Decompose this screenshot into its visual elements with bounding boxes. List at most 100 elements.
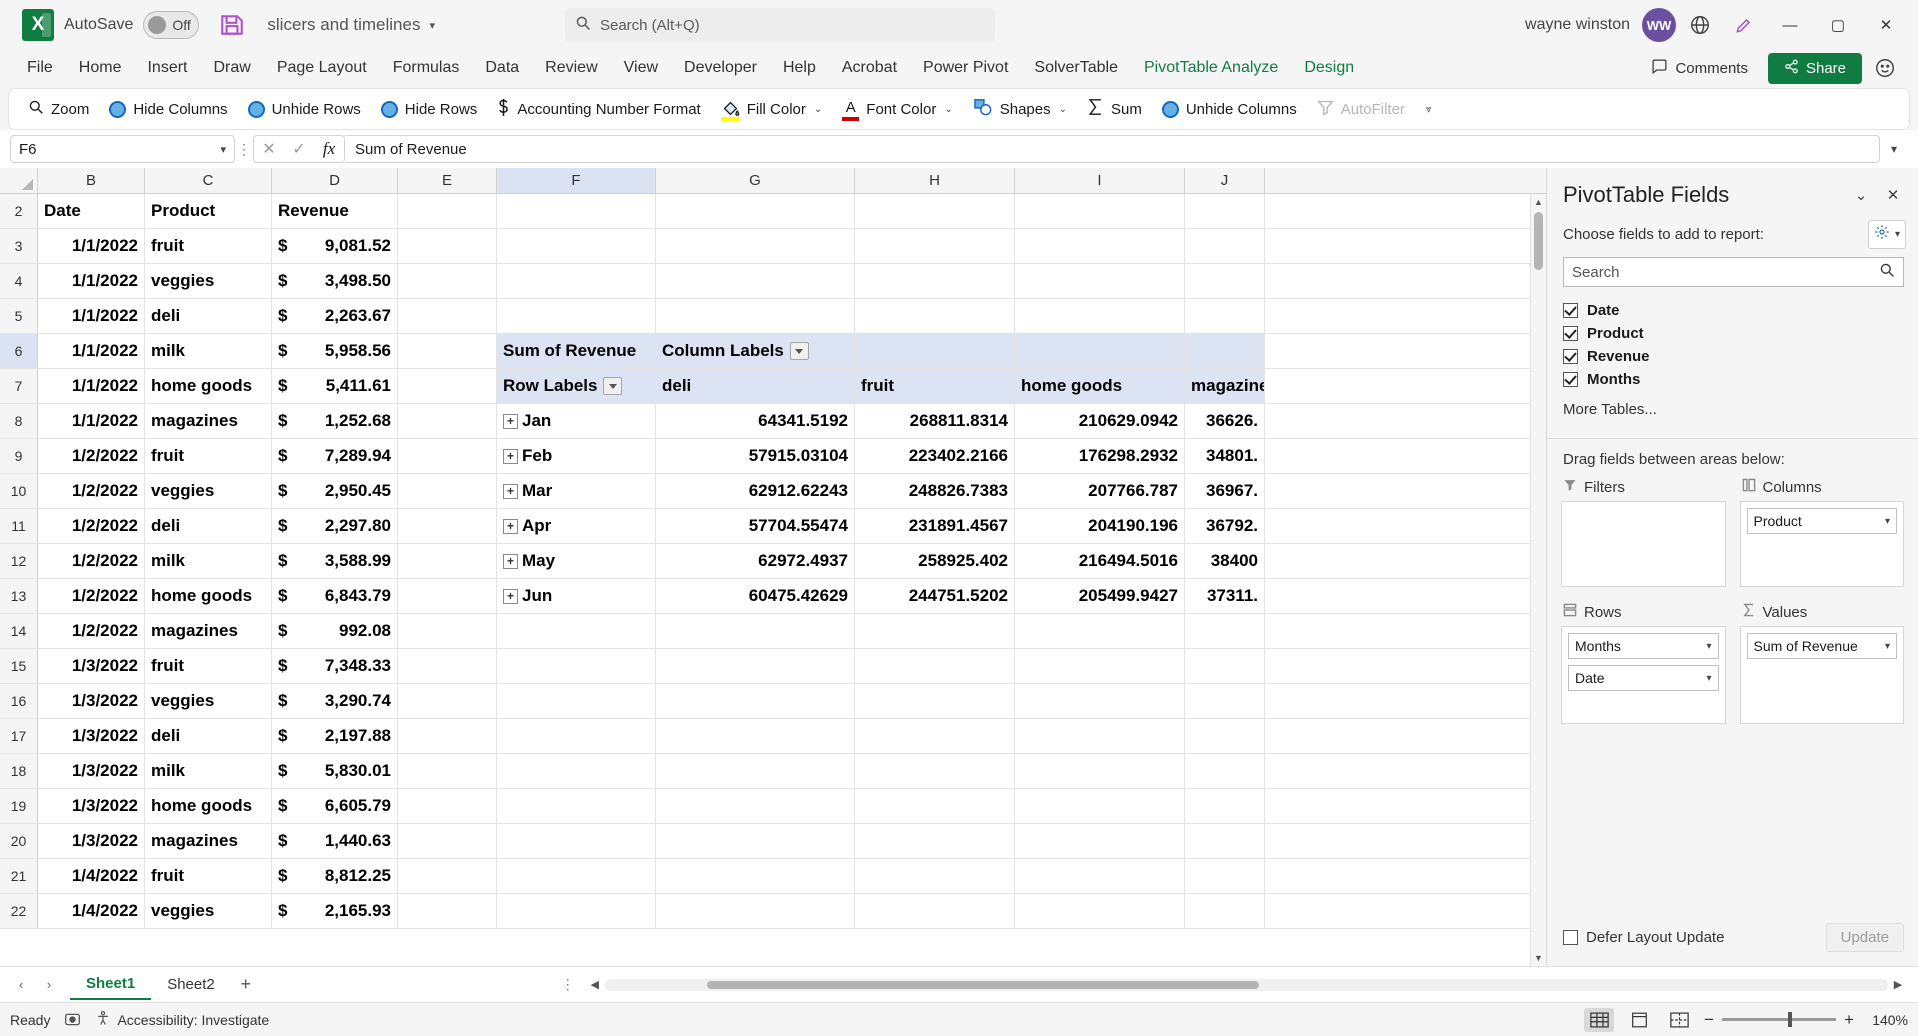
row-labels-filter-button[interactable] [603,377,622,395]
checkbox-icon[interactable] [1563,349,1578,364]
formula-input[interactable]: Sum of Revenue [345,135,1880,163]
cell-D9[interactable]: $7,289.94 [272,439,398,473]
cell-J3[interactable] [1185,229,1265,263]
table-row[interactable]: 121/2/2022milk$3,588.99+May62972.4937258… [0,544,1546,579]
cell-F20[interactable] [497,824,656,858]
chevron-down-icon[interactable]: ▾ [1706,673,1711,684]
field-item-months[interactable]: Months [1563,368,1902,391]
zoom-slider[interactable]: − + [1704,1010,1854,1030]
cell-J6[interactable] [1185,334,1265,368]
row-header-4[interactable]: 4 [0,264,38,298]
defer-layout-update-checkbox[interactable]: Defer Layout Update [1563,929,1724,946]
pane-close-icon[interactable]: ✕ [1880,182,1906,208]
cell-F17[interactable] [497,719,656,753]
ribbon-tab-home[interactable]: Home [66,55,135,81]
column-labels-filter-button[interactable] [790,342,809,360]
cell-G19[interactable] [656,789,855,823]
confirm-formula-button[interactable]: ✓ [284,139,314,159]
ribbon-tab-pivottable-analyze[interactable]: PivotTable Analyze [1131,55,1291,81]
cell-G21[interactable] [656,859,855,893]
tool-zoom[interactable]: Zoom [19,94,98,124]
field-item-product[interactable]: Product [1563,322,1902,345]
cell-I15[interactable] [1015,649,1185,683]
add-sheet-button[interactable]: + [231,974,261,995]
cell-F10[interactable]: +Mar [497,474,656,508]
cell-B15[interactable]: 1/3/2022 [38,649,145,683]
tool-unhide-rows[interactable]: Unhide Rows [239,96,370,123]
cell-D5[interactable]: $2,263.67 [272,299,398,333]
cell-H9[interactable]: 223402.2166 [855,439,1015,473]
cell-J19[interactable] [1185,789,1265,823]
cell-B22[interactable]: 1/4/2022 [38,894,145,928]
table-row[interactable]: 151/3/2022fruit$7,348.33 [0,649,1546,684]
tool-shapes[interactable]: Shapes ⌄ [964,93,1076,125]
cell-C19[interactable]: home goods [145,789,272,823]
expand-icon[interactable]: + [503,589,518,604]
cell-G15[interactable] [656,649,855,683]
table-row[interactable]: 71/1/2022home goods$5,411.61Row Labelsde… [0,369,1546,404]
cell-D19[interactable]: $6,605.79 [272,789,398,823]
cell-H2[interactable] [855,194,1015,228]
row-header-3[interactable]: 3 [0,229,38,263]
column-header-H[interactable]: H [855,168,1015,193]
ribbon-tab-solvertable[interactable]: SolverTable [1021,55,1131,81]
cell-C11[interactable]: deli [145,509,272,543]
insert-function-icon[interactable]: fx [314,139,344,159]
table-row[interactable]: 141/2/2022magazines$992.08 [0,614,1546,649]
checkbox-icon[interactable] [1563,372,1578,387]
cell-D22[interactable]: $2,165.93 [272,894,398,928]
cell-J20[interactable] [1185,824,1265,858]
cell-E5[interactable] [398,299,497,333]
ribbon-tab-acrobat[interactable]: Acrobat [829,55,910,81]
cell-F12[interactable]: +May [497,544,656,578]
row-header-19[interactable]: 19 [0,789,38,823]
column-header-C[interactable]: C [145,168,272,193]
row-header-15[interactable]: 15 [0,649,38,683]
ribbon-tab-file[interactable]: File [14,55,66,81]
cell-I13[interactable]: 205499.9427 [1015,579,1185,613]
cell-G17[interactable] [656,719,855,753]
cell-H18[interactable] [855,754,1015,788]
column-header-F[interactable]: F [497,168,656,193]
chevron-down-icon[interactable]: ▾ [1885,516,1890,527]
cell-D18[interactable]: $5,830.01 [272,754,398,788]
chevron-down-icon[interactable]: ▾ [1706,641,1711,652]
zoom-level[interactable]: 140% [1864,1012,1908,1028]
cell-E3[interactable] [398,229,497,263]
tool-font-color[interactable]: A Font Color ⌄ [833,95,961,124]
cell-J8[interactable]: 36626. [1185,404,1265,438]
sheet-next-arrow-icon[interactable]: › [36,972,62,998]
feedback-smiley-icon[interactable] [1872,55,1898,81]
cell-F19[interactable] [497,789,656,823]
cell-I12[interactable]: 216494.5016 [1015,544,1185,578]
cell-D14[interactable]: $992.08 [272,614,398,648]
cell-F15[interactable] [497,649,656,683]
expand-icon[interactable]: + [503,519,518,534]
cell-F14[interactable] [497,614,656,648]
sheet-tab-sheet2[interactable]: Sheet2 [151,970,231,999]
scroll-up-arrow-icon[interactable]: ▲ [1531,194,1547,210]
expand-icon[interactable]: + [503,554,518,569]
table-row[interactable]: 91/2/2022fruit$7,289.94+Feb57915.0310422… [0,439,1546,474]
cell-D16[interactable]: $3,290.74 [272,684,398,718]
chevron-down-icon[interactable]: ▾ [1885,641,1890,652]
hscroll-track[interactable] [605,979,1888,991]
cell-I16[interactable] [1015,684,1185,718]
cell-I6[interactable] [1015,334,1185,368]
field-item-date[interactable]: Date [1563,299,1902,322]
cell-D17[interactable]: $2,197.88 [272,719,398,753]
row-header-9[interactable]: 9 [0,439,38,473]
cell-J16[interactable] [1185,684,1265,718]
tool-sum[interactable]: Sum [1078,93,1151,125]
row-header-12[interactable]: 12 [0,544,38,578]
cell-E9[interactable] [398,439,497,473]
cell-D12[interactable]: $3,588.99 [272,544,398,578]
cell-G11[interactable]: 57704.55474 [656,509,855,543]
vertical-scroll-thumb[interactable] [1534,212,1543,270]
cell-B4[interactable]: 1/1/2022 [38,264,145,298]
cell-J5[interactable] [1185,299,1265,333]
cell-B9[interactable]: 1/2/2022 [38,439,145,473]
cell-C13[interactable]: home goods [145,579,272,613]
row-header-11[interactable]: 11 [0,509,38,543]
cell-B17[interactable]: 1/3/2022 [38,719,145,753]
